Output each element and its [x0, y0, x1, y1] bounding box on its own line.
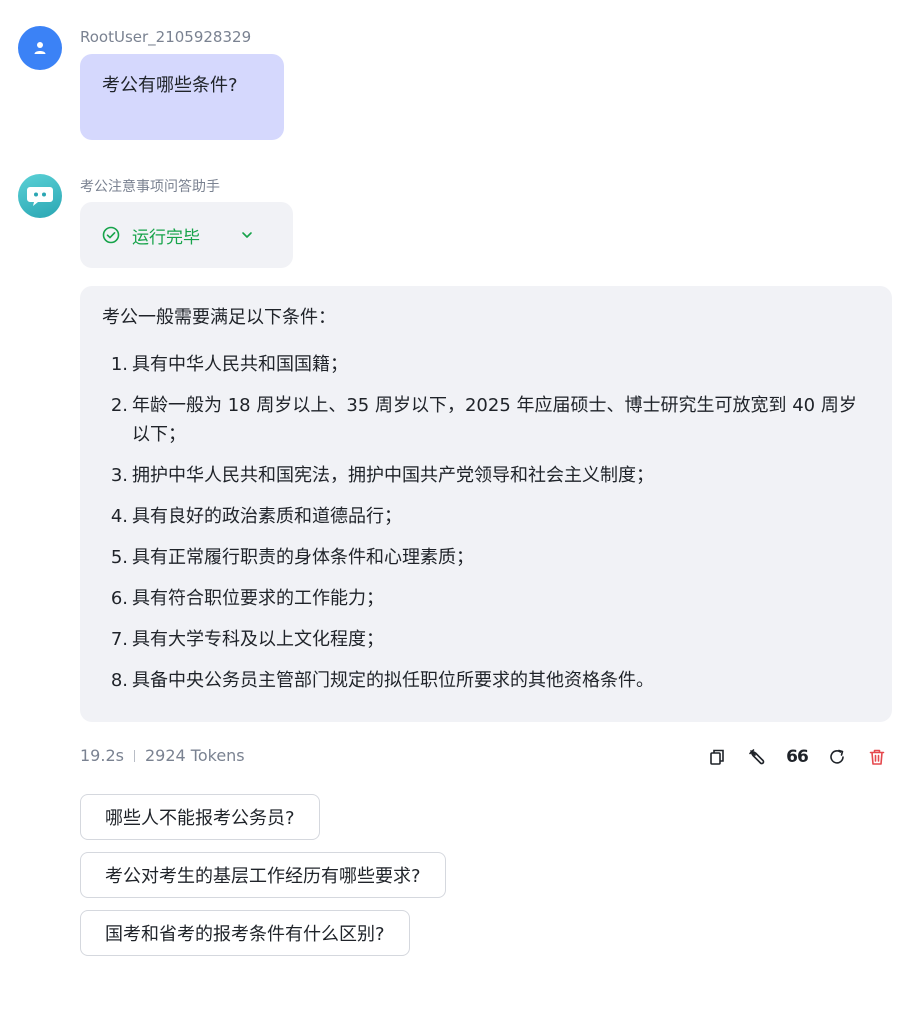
list-number: 2.	[110, 395, 128, 416]
copy-icon[interactable]	[706, 746, 728, 768]
suggestion-button[interactable]: 国考和省考的报考条件有什么区别?	[80, 910, 410, 956]
list-number: 8.	[110, 670, 128, 691]
meta-divider	[133, 749, 135, 762]
list-item: 6. 具有符合职位要求的工作能力；	[102, 584, 870, 613]
response-meta: 19.2s 2924 Tokens	[80, 746, 245, 765]
list-text: 具有符合职位要求的工作能力；	[132, 588, 384, 609]
user-message: 考公有哪些条件?	[80, 54, 284, 140]
user-name: RootUser_2105928329	[80, 28, 252, 46]
list-number: 7.	[110, 629, 128, 650]
answer-list: 1. 具有中华人民共和国国籍； 2. 年龄一般为 18 周岁以上、35 周岁以下，2…	[102, 350, 870, 695]
token-count: 2924 Tokens	[144, 746, 245, 765]
trash-icon[interactable]	[866, 746, 888, 768]
chevron-down-icon[interactable]	[240, 228, 254, 242]
user-avatar	[18, 26, 62, 70]
list-text: 具备中央公务员主管部门规定的拟任职位所要求的其他资格条件。	[132, 670, 654, 691]
list-text: 具有正常履行职责的身体条件和心理素质；	[132, 547, 474, 568]
list-item: 2. 年龄一般为 18 周岁以上、35 周岁以下，2025 年应届硕士、博士研究生…	[102, 391, 870, 449]
suggestion-button[interactable]: 考公对考生的基层工作经历有哪些要求?	[80, 852, 446, 898]
list-text: 具有大学专科及以上文化程度；	[132, 629, 384, 650]
suggestion-button[interactable]: 哪些人不能报考公务员?	[80, 794, 320, 840]
list-item: 7. 具有大学专科及以上文化程度；	[102, 625, 870, 654]
list-number: 5.	[110, 547, 128, 568]
check-circle-icon	[102, 226, 120, 244]
assistant-answer: 考公一般需要满足以下条件： 1. 具有中华人民共和国国籍； 2. 年龄一般为 18 …	[80, 286, 892, 722]
quote-icon[interactable]: 66	[786, 746, 809, 768]
list-number: 4.	[110, 506, 128, 527]
list-text: 具有良好的政治素质和道德品行；	[132, 506, 402, 527]
message-actions: 66	[706, 746, 888, 768]
refresh-icon[interactable]	[826, 746, 848, 768]
list-text: 具有中华人民共和国国籍；	[132, 354, 348, 375]
list-item: 5. 具有正常履行职责的身体条件和心理素质；	[102, 543, 870, 572]
list-item: 4. 具有良好的政治素质和道德品行；	[102, 502, 870, 531]
list-number: 3.	[110, 465, 128, 486]
list-text: 拥护中华人民共和国宪法，拥护中国共产党领导和社会主义制度；	[132, 465, 654, 486]
run-status-toggle[interactable]: 运行完毕	[80, 202, 293, 268]
list-item: 1. 具有中华人民共和国国籍；	[102, 350, 870, 379]
user-icon	[34, 42, 46, 54]
list-item: 3. 拥护中华人民共和国宪法，拥护中国共产党领导和社会主义制度；	[102, 461, 870, 490]
list-text: 年龄一般为 18 周岁以上、35 周岁以下，2025 年应届硕士、博士研究生可放…	[132, 395, 857, 445]
bot-icon	[27, 187, 53, 206]
response-time: 19.2s	[80, 746, 124, 765]
bot-avatar	[18, 174, 62, 218]
run-status-label: 运行完毕	[132, 227, 200, 248]
wrench-icon[interactable]	[746, 746, 768, 768]
list-number: 6.	[110, 588, 128, 609]
list-item: 8. 具备中央公务员主管部门规定的拟任职位所要求的其他资格条件。	[102, 666, 870, 695]
answer-intro: 考公一般需要满足以下条件：	[102, 307, 336, 328]
assistant-name: 考公注意事项问答助手	[80, 179, 220, 195]
list-number: 1.	[110, 354, 128, 375]
